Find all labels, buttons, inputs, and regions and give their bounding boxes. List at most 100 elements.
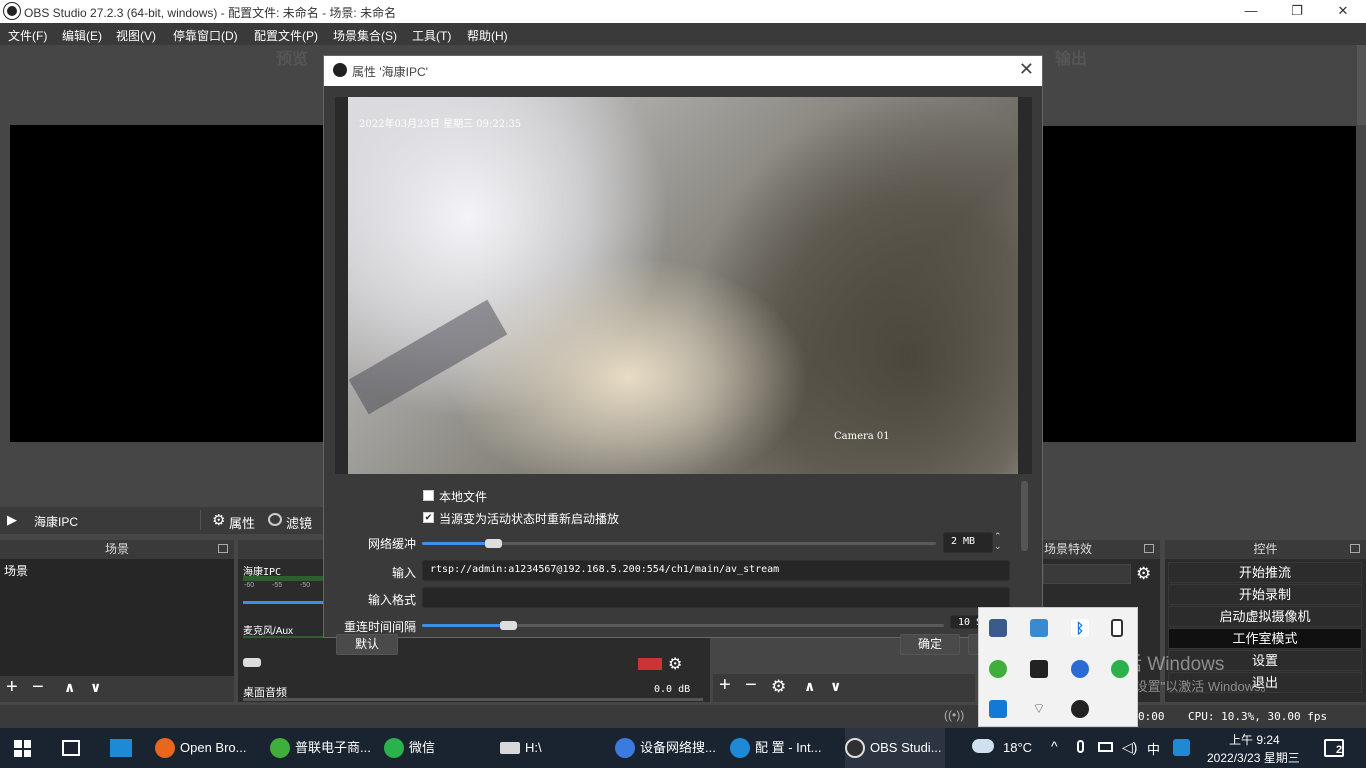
audio-mixer-lower: 桌面音频 0.0 dB ⚙	[238, 638, 710, 702]
ime-indicator[interactable]: 中	[1147, 739, 1160, 758]
taskbar-app-wechat[interactable]: 微信	[384, 728, 444, 768]
qq-browser-icon[interactable]	[1173, 739, 1190, 756]
clock-time[interactable]: 上午 9:24	[1229, 731, 1280, 748]
camera-app-icon[interactable]	[1071, 660, 1089, 678]
taskbar-app-ie[interactable]: 配 置 - Int...	[730, 728, 830, 768]
gear-icon[interactable]: ⚙	[668, 654, 682, 674]
menu-tools[interactable]: 工具(T)	[412, 27, 451, 44]
transition-select[interactable]	[1043, 564, 1131, 584]
menu-edit[interactable]: 编辑(E)	[62, 27, 102, 44]
taskbar-app-obs[interactable]: OBS Studi...	[845, 728, 945, 768]
notification-count: 2	[1336, 744, 1343, 756]
defaults-button[interactable]: 默认	[336, 634, 398, 655]
scene-item[interactable]: 场景	[4, 562, 28, 579]
volume-slider[interactable]	[243, 601, 323, 604]
input-label: 输入	[391, 566, 416, 580]
input-format-field[interactable]	[422, 587, 1010, 608]
dialog-title: 属性 '海康IPC'	[352, 65, 428, 79]
menu-view[interactable]: 视图(V)	[116, 27, 156, 44]
obs-tray-icon[interactable]	[1071, 700, 1089, 718]
task-view-icon[interactable]	[62, 740, 80, 756]
move-source-down-button[interactable]: ∨	[830, 678, 841, 695]
network-buffer-value[interactable]: 2 MB	[943, 532, 993, 553]
menu-profile[interactable]: 配置文件(P)	[254, 27, 318, 44]
move-scene-up-button[interactable]: ∧	[64, 679, 75, 696]
start-streaming-button[interactable]: 开始推流	[1168, 562, 1362, 583]
add-scene-button[interactable]: +	[6, 676, 18, 699]
undock-icon[interactable]	[1350, 544, 1360, 553]
properties-button[interactable]: 属性	[229, 513, 255, 532]
weather-cloud-icon[interactable]	[972, 739, 994, 753]
divider	[200, 510, 201, 530]
speaker-icon[interactable]: ◁)	[1122, 739, 1137, 756]
nvidia-icon[interactable]	[1030, 660, 1048, 678]
start-virtual-camera-button[interactable]: 启动虚拟摄像机	[1168, 606, 1362, 627]
input-url-field[interactable]: rtsp://admin:a1234567@192.168.5.200:554/…	[422, 560, 1010, 581]
broadcast-icon: ((•))	[944, 708, 965, 722]
bluetooth-icon[interactable]: ᛒ	[1071, 619, 1089, 637]
start-windows-icon[interactable]	[14, 740, 31, 757]
display-icon[interactable]	[989, 619, 1007, 637]
scrollbar[interactable]	[1357, 45, 1366, 125]
volume-slider-knob[interactable]	[243, 658, 261, 667]
gear-icon: ⚙	[212, 512, 226, 529]
restart-checkbox[interactable]: ✔	[423, 512, 434, 523]
menu-file[interactable]: 文件(F)	[8, 27, 47, 44]
network-buffer-knob[interactable]	[485, 539, 502, 548]
add-source-button[interactable]: +	[719, 674, 731, 697]
spin-arrows-icon[interactable]: ⌃ ⌄	[994, 531, 1002, 551]
menu-scene-collection[interactable]: 场景集合(S)	[333, 27, 397, 44]
ok-button[interactable]: 确定	[900, 634, 960, 655]
preview-canvas[interactable]	[10, 125, 324, 442]
undock-icon[interactable]	[1144, 544, 1154, 553]
clock-date[interactable]: 2022/3/23 星期三	[1207, 749, 1300, 766]
taskbar-app-drive[interactable]: H:\	[500, 728, 560, 768]
reconnect-delay-knob[interactable]	[500, 621, 517, 630]
app-window-icon[interactable]	[110, 739, 132, 757]
move-scene-down-button[interactable]: ∨	[90, 679, 101, 696]
network-tool-icon[interactable]	[1030, 619, 1048, 637]
wechat-icon	[384, 738, 404, 758]
taskbar-app-browser[interactable]: Open Bro...	[155, 728, 255, 768]
network-icon[interactable]	[1098, 742, 1113, 752]
menu-docks[interactable]: 停靠窗口(D)	[173, 27, 238, 44]
obs-logo-icon	[333, 63, 347, 77]
form-scrollbar[interactable]	[1021, 481, 1028, 551]
wechat-icon[interactable]	[1111, 660, 1129, 678]
remove-source-button[interactable]: −	[745, 674, 757, 697]
tp-link-icon[interactable]	[989, 660, 1007, 678]
usb-drive-icon[interactable]	[1111, 619, 1123, 637]
studio-mode-button[interactable]: 工作室模式	[1168, 628, 1362, 649]
restart-label: 当源变为活动状态时重新启动播放	[439, 512, 620, 526]
move-source-up-button[interactable]: ∧	[804, 678, 815, 695]
remove-scene-button[interactable]: −	[32, 676, 44, 699]
close-button[interactable]: ✕	[1320, 0, 1366, 23]
sync-app-icon[interactable]	[989, 700, 1007, 718]
drive-icon	[500, 742, 520, 754]
chevron-up-icon[interactable]: ^	[1051, 738, 1058, 754]
mute-icon[interactable]	[638, 658, 662, 670]
taskbar-app-device-search[interactable]: 设备网络搜...	[615, 728, 716, 768]
restore-button[interactable]: ❐	[1274, 0, 1320, 23]
weather-temperature[interactable]: 18°C	[1003, 740, 1032, 755]
source-toolbar: ▶ 海康IPC ⚙ 属性 滤镜	[0, 507, 323, 534]
microphone-icon[interactable]	[1077, 740, 1084, 753]
source-settings-button[interactable]: ⚙	[771, 677, 786, 697]
local-file-checkbox[interactable]	[423, 490, 434, 501]
minimize-button[interactable]: —	[1228, 0, 1274, 23]
undock-icon[interactable]	[218, 544, 228, 553]
start-recording-button[interactable]: 开始录制	[1168, 584, 1362, 605]
filters-button[interactable]: 滤镜	[286, 513, 312, 532]
program-canvas[interactable]	[1043, 126, 1356, 442]
scenes-header: 场景	[0, 540, 234, 559]
sources-toolbar: + − ⚙ ∧ ∨	[713, 674, 975, 702]
dialog-close-button[interactable]: ✕	[1019, 59, 1034, 80]
play-icon[interactable]: ▶	[7, 512, 17, 528]
meter-tick: -60	[244, 582, 255, 589]
menu-help[interactable]: 帮助(H)	[467, 27, 508, 44]
meter-tick: -55	[272, 582, 283, 589]
taskbar-app-tplink[interactable]: 普联电子商...	[270, 728, 375, 768]
transition-settings-icon[interactable]: ⚙	[1136, 564, 1151, 584]
tray-overflow-popup: ᛒ ⌔	[978, 607, 1138, 727]
wifi-icon[interactable]: ⌔	[1030, 700, 1048, 718]
